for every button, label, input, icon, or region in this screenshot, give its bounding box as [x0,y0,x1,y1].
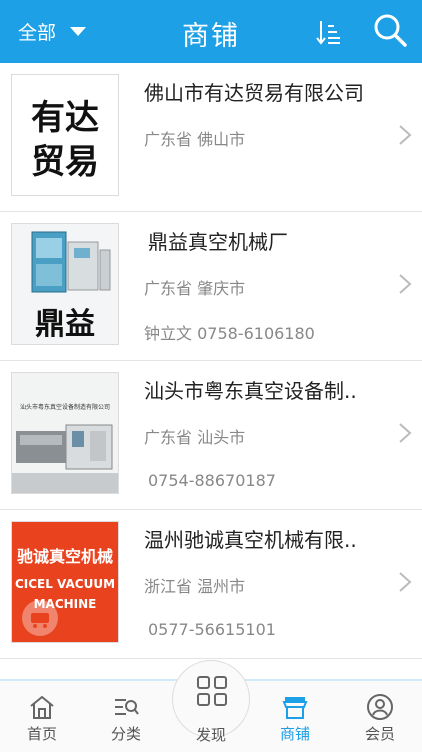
logo-text-top: 有达 [31,98,99,138]
nav-stores-label: 商铺 [279,725,310,743]
store-logo: 汕头市粤东真空设备制造有限公司 [11,372,119,494]
chevron-right-icon [399,274,412,294]
logo-text-top: 驰诚真空机械 [17,547,113,566]
category-list-icon [115,699,139,715]
nav-discover-label: 发现 [195,726,226,744]
nav-category-label: 分类 [110,725,141,743]
store-location: 广东省 佛山市 [144,130,246,149]
store-name: 佛山市有达贸易有限公司 [144,81,364,105]
store-row[interactable]: 汕头市粤东真空设备制造有限公司 汕头市粤东真空设备制.. 广东省 汕头市 075… [0,361,422,510]
region-filter-dropdown[interactable]: 全部 [18,16,87,46]
nav-home-label: 首页 [26,725,57,743]
nav-stores[interactable]: 商铺 [265,693,325,744]
store-contact: 钟立文 0758-6106180 [144,324,315,343]
nav-category[interactable]: 分类 [96,693,156,744]
top-bar: 全部 商铺 [0,0,422,63]
store-logo-graphic: 鼎益 [12,224,118,344]
chevron-right-icon [399,572,412,592]
nav-member-label: 会员 [364,725,395,743]
logo-text-bottom: 贸易 [31,142,99,182]
store-row[interactable]: 驰诚真空机械 CICEL VACUUM MACHINE 温州驰诚真空机械有限..… [0,510,422,659]
search-icon[interactable] [372,12,408,48]
chevron-right-icon [399,423,412,443]
logo-caption: 汕头市粤东真空设备制造有限公司 [20,403,110,411]
store-name: 鼎益真空机械厂 [148,230,288,254]
store-logo-graphic: 有达 贸易 [31,98,99,182]
store-location: 广东省 汕头市 [144,428,246,447]
logo-text-mid: CICEL VACUUM [15,577,115,591]
caret-down-icon [70,26,87,36]
sort-icon[interactable] [316,18,342,46]
nav-member[interactable]: 会员 [350,693,410,744]
chevron-right-icon [399,125,412,145]
nav-discover[interactable]: 发现 [172,660,250,750]
store-location: 广东省 肇庆市 [144,279,246,298]
store-logo: 有达 贸易 [11,74,119,196]
store-logo-graphic: 驰诚真空机械 CICEL VACUUM MACHINE [12,522,118,642]
user-icon [367,694,393,720]
logo-text-bottom: 鼎益 [35,307,95,342]
grid-icon [197,676,227,706]
store-logo-graphic: 汕头市粤东真空设备制造有限公司 [12,373,118,493]
store-contact: 0577-56615101 [148,620,276,639]
nav-home[interactable]: 首页 [12,693,72,744]
store-row[interactable]: 鼎益 鼎益真空机械厂 广东省 肇庆市 钟立文 0758-6106180 [0,212,422,361]
store-name: 温州驰诚真空机械有限.. [144,528,357,552]
store-icon [282,697,308,719]
region-filter-label: 全部 [18,21,57,44]
store-logo: 鼎益 [11,223,119,345]
store-logo: 驰诚真空机械 CICEL VACUUM MACHINE [11,521,119,643]
store-row[interactable]: 有达 贸易 佛山市有达贸易有限公司 广东省 佛山市 [0,63,422,212]
home-icon [30,695,54,719]
store-list: 有达 贸易 佛山市有达贸易有限公司 广东省 佛山市 鼎益 鼎益真空机械厂 广东省… [0,63,422,659]
store-location: 浙江省 温州市 [144,577,246,596]
store-name: 汕头市粤东真空设备制.. [144,379,357,403]
store-contact: 0754-88670187 [148,471,276,490]
